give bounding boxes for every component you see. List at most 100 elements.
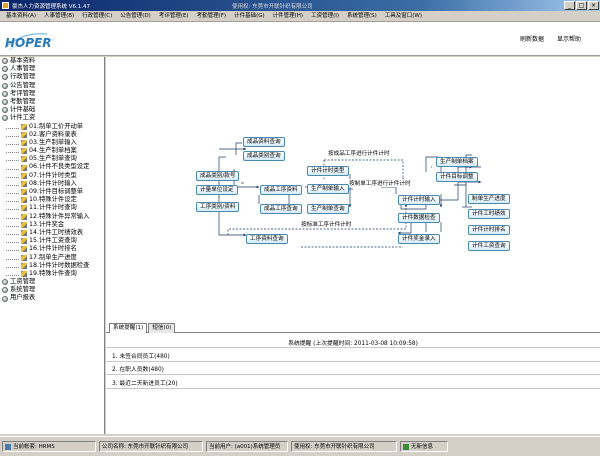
status-message: 无新信息: [400, 441, 448, 452]
menu-piece-manage[interactable]: 计件管理(H): [269, 12, 307, 21]
tree-connector: [6, 223, 19, 227]
node-process-query[interactable]: 成品工序查询: [260, 204, 302, 214]
menu-personnel[interactable]: 人事管理(B): [40, 12, 78, 21]
title-bar: 豪杰人力资源管理系统 V6.1.47 使用权: 东莞市开联针织有限公司 _ □ …: [0, 0, 600, 11]
window-title: 豪杰人力资源管理系统 V6.1.47: [12, 3, 91, 10]
pencil-icon: [21, 139, 27, 146]
flow-connectors: [218, 142, 482, 248]
tree-item-group[interactable]: 计件工资: [0, 114, 104, 122]
tree-item-label: 07.计件计时类型: [29, 171, 77, 179]
node-order-archive[interactable]: 生产制单档案: [436, 157, 478, 167]
tree-connector: [6, 157, 19, 162]
node-process-info-query[interactable]: 工序资料查询: [246, 234, 288, 244]
tree-item-label: 01.制单工价开动单: [29, 122, 84, 130]
reminder-item[interactable]: 2. 在职人员数(480): [112, 364, 164, 373]
hoper-logo: HOPER: [4, 33, 56, 51]
node-bonus-input[interactable]: 计件奖金录入: [398, 234, 440, 244]
tree-item-child[interactable]: 06.计件不良类型设定: [0, 163, 104, 171]
tree-item-group[interactable]: 基本资料: [0, 57, 104, 65]
pencil-icon: [21, 180, 27, 187]
node-piece-goal[interactable]: 计件目标调整: [436, 172, 478, 182]
tree-item-child[interactable]: 12.特殊计件异常输入: [0, 213, 104, 221]
menu-tools-window[interactable]: 工具及窗口(W): [381, 12, 426, 21]
node-piece-performance[interactable]: 计件工时绩效: [468, 209, 510, 219]
node-process-type[interactable]: 工序类别/资料: [196, 202, 240, 212]
node-piece-ranking[interactable]: 计件计时排名: [468, 225, 510, 235]
tree-connector: [6, 166, 19, 170]
status-current-user: 当前用户: (a001)系统管理员: [206, 441, 288, 452]
tab-system-reminder[interactable]: 系统提醒(1): [109, 323, 148, 333]
folder-node-icon: [2, 287, 8, 294]
node-unit-setting[interactable]: 计量单位设定: [196, 185, 238, 195]
tree-connector: [6, 272, 19, 276]
menu-basic-info[interactable]: 基本资料(A): [2, 12, 40, 21]
node-piece-check[interactable]: 计件数据检查: [398, 213, 440, 223]
tree-item-child[interactable]: 08.计件计时输入: [0, 180, 104, 188]
node-product-class[interactable]: 成品类别/款号: [196, 171, 240, 181]
tree-connector: [6, 256, 19, 260]
pencil-icon: [21, 254, 27, 261]
tree-item-child[interactable]: 14.计件工时绩效表: [0, 229, 104, 237]
tree-item-child[interactable]: 09.计件目标调整单: [0, 188, 104, 196]
menu-admin[interactable]: 行政管理(C): [78, 12, 116, 21]
pencil-icon: [21, 270, 27, 277]
tree-item-child[interactable]: 07.计件计时类型: [0, 172, 104, 180]
node-order-input[interactable]: 生产制单输入: [307, 184, 349, 194]
tree-item-label: 用户报表: [10, 294, 36, 302]
divider: [106, 347, 600, 348]
menu-piece-basic[interactable]: 计件基础(G): [230, 12, 269, 21]
node-wage-query[interactable]: 计件工资查询: [468, 241, 510, 251]
label-by-standard-process: 按标准工序计件计时: [301, 220, 352, 228]
menu-attendance[interactable]: 考勤管理(F): [193, 12, 230, 21]
menu-wage[interactable]: 工资管理(I): [307, 12, 343, 21]
menu-evaluation[interactable]: 考评管理(E): [155, 12, 193, 21]
node-production-progress[interactable]: 制单生产进度: [468, 194, 510, 204]
tree-item-child[interactable]: 13.计件奖金: [0, 221, 104, 229]
tree-item-child[interactable]: 11.计件计时查询: [0, 204, 104, 212]
node-product-process[interactable]: 成品工序资料: [260, 185, 302, 195]
node-product-info-query[interactable]: 成品资料查询: [243, 137, 285, 147]
node-order-query[interactable]: 生产制单查询: [307, 204, 349, 214]
refresh-data-button[interactable]: 刷新数据: [520, 34, 544, 43]
pencil-icon: [21, 246, 27, 253]
minimize-button[interactable]: _: [564, 1, 575, 10]
tree-item-child[interactable]: 02.客户资料录表: [0, 131, 104, 139]
nav-tree: 基本资料 人事管理 行政管理 公告管理 考评管理 考勤管理 计件基础 计件工资 01.制单工价开…: [0, 57, 105, 434]
tree-item-child[interactable]: 16.计件计时排名: [0, 245, 104, 253]
node-product-type-query[interactable]: 成品类别查询: [243, 151, 285, 161]
node-piece-input[interactable]: 计件计时输入: [398, 195, 440, 205]
tree-item-label: 03.生产制单输入: [29, 138, 77, 146]
tree-item-group[interactable]: 考评管理: [0, 90, 104, 98]
reminder-item[interactable]: 1. 未签合同员工(480): [112, 351, 170, 360]
status-account: 当前帐套: HRMS: [2, 441, 96, 452]
tree-connector: [6, 190, 19, 195]
menu-announcement[interactable]: 公告管理(D): [116, 12, 155, 21]
tree-connector: [6, 182, 19, 186]
node-piece-type[interactable]: 计件计时类型: [307, 166, 349, 176]
tree-item-group[interactable]: 用户报表: [0, 294, 104, 302]
status-message-text: 无新信息: [411, 443, 434, 450]
show-help-button[interactable]: 显示帮助: [557, 34, 581, 43]
tree-item-child[interactable]: 19.特殊计件查询: [0, 270, 104, 278]
tree-item-child[interactable]: 03.生产制单输入: [0, 139, 104, 147]
tree-connector: [6, 198, 19, 203]
tree-item-label: 19.特殊计件查询: [29, 269, 77, 277]
tree-connector: [6, 141, 19, 145]
close-button[interactable]: ×: [588, 1, 599, 10]
pencil-icon: [21, 230, 27, 237]
tree-item-group[interactable]: 行政管理: [0, 73, 104, 81]
menu-system[interactable]: 系统管理(S): [343, 12, 381, 21]
tree-item-label: 行政管理: [10, 73, 36, 81]
tree-item-child[interactable]: 17.制单生产进度: [0, 254, 104, 262]
folder-node-icon: [2, 66, 8, 73]
tree-item-group[interactable]: 公告管理: [0, 82, 104, 90]
tree-item-group[interactable]: 考勤管理: [0, 98, 104, 106]
status-company: 公司名称: 东莞市开联针织有限公司: [99, 441, 203, 452]
tree-item-child[interactable]: 01.制单工价开动单: [0, 123, 104, 131]
reminder-item[interactable]: 3. 最近二天新进员工(20): [112, 378, 178, 387]
maximize-button[interactable]: □: [576, 1, 587, 10]
tree-item-child[interactable]: 18.计件计时数据检查: [0, 262, 104, 270]
tab-sms[interactable]: 短信(0): [148, 323, 176, 333]
folder-node-icon: [2, 99, 8, 106]
tree-connector: [6, 174, 19, 178]
